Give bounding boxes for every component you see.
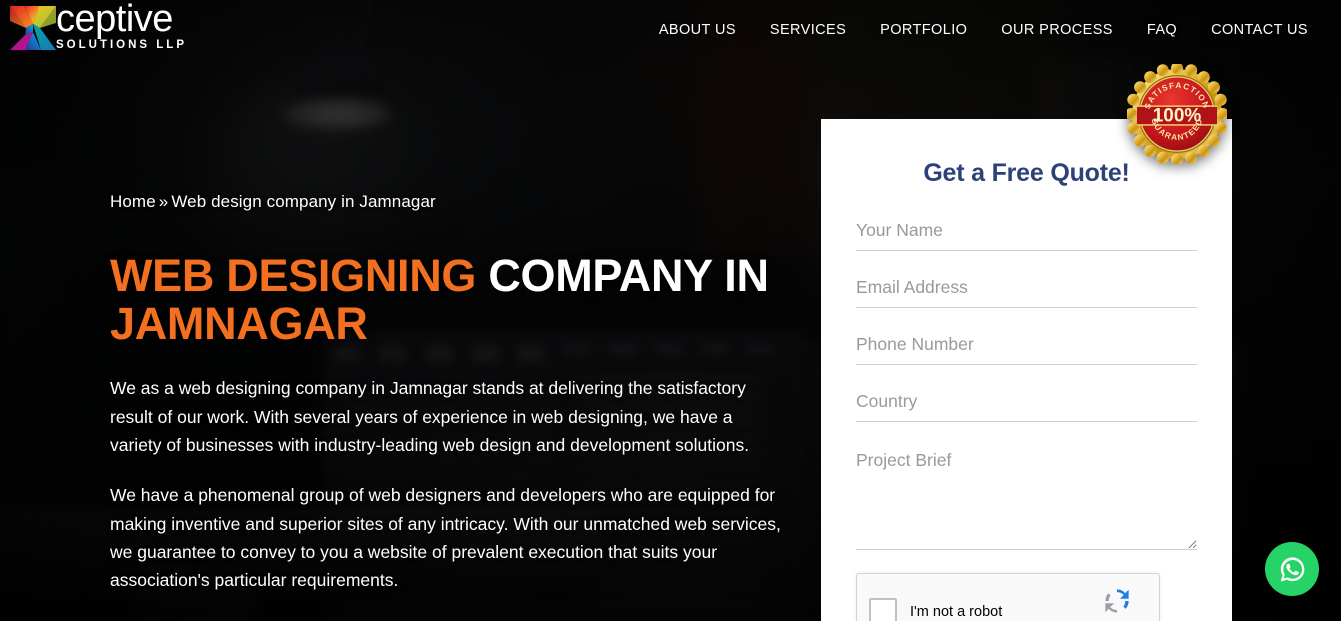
main-navigation: ABOUT US SERVICES PORTFOLIO OUR PROCESS … — [642, 0, 1325, 60]
recaptcha-branding: reCAPTCHA — [1085, 583, 1149, 621]
satisfaction-guarantee-badge: 100% SATISFACTION GUARANTEED — [1125, 62, 1229, 176]
whatsapp-float-button[interactable] — [1265, 542, 1319, 596]
email-address-input[interactable] — [856, 273, 1197, 308]
nav-item-services[interactable]: SERVICES — [753, 16, 863, 44]
field-project-brief — [856, 444, 1197, 555]
site-header: ceptive SOLUTIONS LLP ABOUT US SERVICES … — [0, 0, 1341, 60]
page-title-part-1: WEB DESIGNING — [110, 250, 477, 301]
page-title-part-3: JAMNAGAR — [110, 297, 368, 349]
field-your-name — [856, 216, 1197, 251]
recaptcha-checkbox[interactable] — [869, 598, 897, 621]
phone-number-input[interactable] — [856, 330, 1197, 365]
hero-paragraph-1: We as a web designing company in Jamnaga… — [110, 378, 750, 456]
nav-item-our-process[interactable]: OUR PROCESS — [984, 16, 1130, 44]
recaptcha-widget[interactable]: I'm not a robot reCAPTCHA — [856, 573, 1160, 621]
recaptcha-label: I'm not a robot — [910, 604, 1003, 620]
nav-item-contact-us[interactable]: CONTACT US — [1194, 16, 1325, 44]
page-title: WEB DESIGNING COMPANY IN JAMNAGAR — [110, 252, 800, 347]
breadcrumb: Home» Web design company in Jamnagar — [110, 192, 800, 212]
logo-tagline: SOLUTIONS LLP — [56, 38, 187, 51]
hero-paragraph-2: We have a phenomenal group of web design… — [110, 485, 781, 591]
logo-x-icon — [10, 5, 56, 50]
field-phone-number — [856, 330, 1197, 365]
quote-form-panel: Get a Free Quote! I'm not a robot — [821, 119, 1232, 621]
site-logo[interactable]: ceptive SOLUTIONS LLP — [8, 0, 187, 53]
guarantee-seal-icon: 100% SATISFACTION GUARANTEED — [1125, 62, 1229, 166]
breadcrumb-current: Web design company in Jamnagar — [171, 192, 436, 211]
nav-item-about-us[interactable]: ABOUT US — [642, 16, 753, 44]
breadcrumb-home-link[interactable]: Home — [110, 192, 156, 211]
recaptcha-icon — [1105, 589, 1129, 613]
hero-page: ceptive SOLUTIONS LLP ABOUT US SERVICES … — [0, 0, 1341, 621]
breadcrumb-separator: » — [158, 192, 169, 211]
field-email-address — [856, 273, 1197, 308]
field-country — [856, 387, 1197, 422]
project-brief-textarea[interactable] — [856, 444, 1197, 550]
page-title-part-2: COMPANY IN — [488, 250, 769, 301]
whatsapp-icon — [1280, 556, 1304, 581]
hero-content: Home» Web design company in Jamnagar WEB … — [110, 192, 800, 617]
nav-item-portfolio[interactable]: PORTFOLIO — [863, 16, 984, 44]
your-name-input[interactable] — [856, 216, 1197, 251]
country-input[interactable] — [856, 387, 1197, 422]
nav-item-faq[interactable]: FAQ — [1130, 16, 1194, 44]
logo-wordmark: ceptive — [56, 0, 173, 40]
